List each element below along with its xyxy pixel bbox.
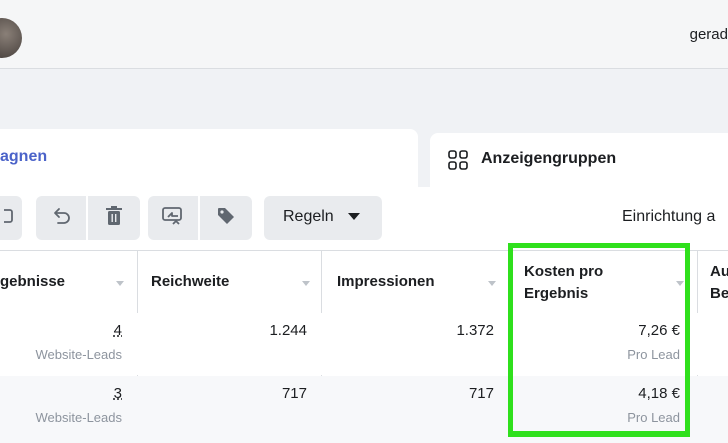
highlight-box <box>508 243 690 437</box>
tab-kampagnen[interactable] <box>0 129 418 187</box>
account-name[interactable]: gerad <box>690 26 728 43</box>
results-type: Website-Leads <box>35 347 122 362</box>
edit-icon <box>0 207 18 230</box>
delete-button[interactable] <box>88 196 140 240</box>
results-value[interactable]: 4 <box>114 322 122 339</box>
tag-icon <box>215 205 237 232</box>
ab-test-icon <box>161 205 185 232</box>
header-next-line1: Au <box>710 263 728 280</box>
setup-link[interactable]: Einrichtung a <box>622 208 715 226</box>
impressions-value: 1.372 <box>456 322 494 339</box>
header-results[interactable]: gebnisse <box>0 271 65 293</box>
header-reach[interactable]: Reichweite <box>151 271 229 293</box>
tag-button[interactable] <box>200 196 252 240</box>
tab-anzeigengruppen-label[interactable]: Anzeigengruppen <box>481 150 616 168</box>
undo-icon <box>50 205 72 232</box>
top-bar: gerad <box>0 0 728 69</box>
grid-icon <box>447 149 469 176</box>
reach-value: 1.244 <box>269 322 307 339</box>
trash-icon <box>104 205 124 232</box>
tab-kampagnen-label[interactable]: agnen <box>0 148 47 166</box>
header-impressions[interactable]: Impressionen <box>337 271 435 293</box>
sub-bar <box>0 69 728 129</box>
header-next-line2: Be <box>710 285 728 302</box>
header-next-column[interactable]: Au Be <box>710 261 728 305</box>
results-type: Website-Leads <box>35 410 122 425</box>
ab-test-button[interactable] <box>148 196 198 240</box>
sort-icon[interactable] <box>488 281 496 286</box>
sort-icon[interactable] <box>302 281 310 286</box>
sort-icon[interactable] <box>116 281 124 286</box>
caret-down-icon <box>348 213 360 220</box>
avatar[interactable] <box>0 18 22 58</box>
rules-label[interactable]: Regeln <box>283 208 334 226</box>
reach-value: 717 <box>281 385 307 402</box>
impressions-value: 717 <box>468 385 494 402</box>
results-value[interactable]: 3 <box>114 385 122 402</box>
edit-button[interactable] <box>0 196 22 240</box>
undo-button[interactable] <box>36 196 86 240</box>
